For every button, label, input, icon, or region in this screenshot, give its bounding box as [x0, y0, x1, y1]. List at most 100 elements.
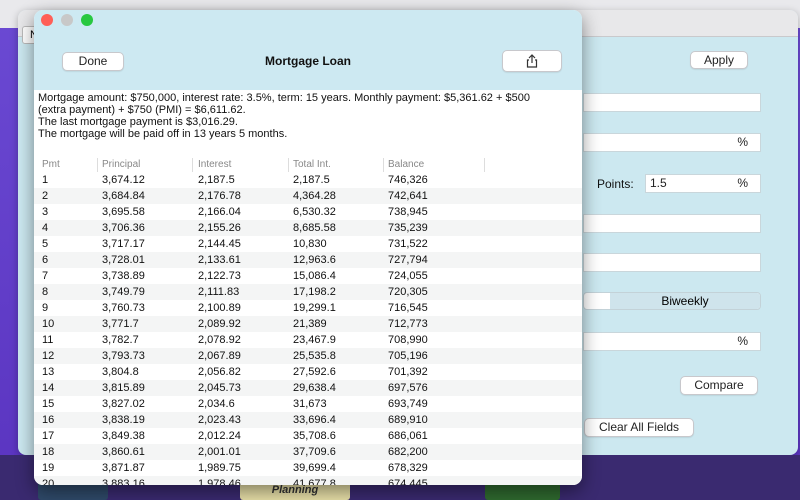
cell-balance: 708,990 [388, 334, 428, 346]
cell-pmt: 8 [42, 286, 49, 298]
close-button[interactable] [41, 14, 53, 26]
table-row[interactable]: 6 3,728.01 2,133.61 12,963.6 727,794 [34, 252, 582, 268]
minimize-button[interactable] [61, 14, 73, 26]
table-row[interactable]: 1 3,674.12 2,187.5 2,187.5 746,326 [34, 172, 582, 188]
cell-total-int: 39,699.4 [293, 462, 336, 474]
cell-principal: 3,849.38 [102, 430, 145, 442]
cell-pmt: 15 [42, 398, 55, 410]
column-divider[interactable] [288, 158, 289, 172]
segment-biweekly[interactable]: Biweekly [610, 293, 760, 309]
table-row[interactable]: 13 3,804.8 2,056.82 27,592.6 701,392 [34, 364, 582, 380]
table-row[interactable]: 9 3,760.73 2,100.89 19,299.1 716,545 [34, 300, 582, 316]
summary-line: The mortgage will be paid off in 13 year… [38, 128, 288, 140]
table-row[interactable]: 14 3,815.89 2,045.73 29,638.4 697,576 [34, 380, 582, 396]
cell-interest: 2,111.83 [198, 286, 240, 298]
cell-balance: 731,522 [388, 238, 428, 250]
col-header-principal[interactable]: Principal [102, 159, 140, 170]
cell-total-int: 12,963.6 [293, 254, 336, 266]
column-divider[interactable] [383, 158, 384, 172]
points-field[interactable]: 1.5 % [645, 174, 761, 193]
cell-pmt: 7 [42, 270, 49, 282]
cell-pmt: 4 [42, 222, 49, 234]
cell-principal: 3,749.79 [102, 286, 145, 298]
zoom-button[interactable] [81, 14, 93, 26]
cell-total-int: 37,709.6 [293, 446, 336, 458]
cell-pmt: 18 [42, 446, 55, 458]
cell-balance: 720,305 [388, 286, 428, 298]
table-row[interactable]: 20 3,883.16 1,978.46 41,677.8 674,445 [34, 476, 582, 485]
cell-principal: 3,674.12 [102, 174, 145, 186]
cell-principal: 3,706.36 [102, 222, 145, 234]
cell-pmt: 20 [42, 478, 55, 485]
window-toolbar [34, 10, 582, 90]
cell-balance: 716,545 [388, 302, 428, 314]
summary-line: (extra payment) + $750 (PMI) = $6,611.62… [38, 104, 246, 116]
cell-interest: 2,166.04 [198, 206, 241, 218]
clear-all-fields-button[interactable]: Clear All Fields [584, 418, 694, 437]
cell-interest: 1,989.75 [198, 462, 241, 474]
cell-balance: 727,794 [388, 254, 428, 266]
table-row[interactable]: 3 3,695.58 2,166.04 6,530.32 738,945 [34, 204, 582, 220]
share-icon [526, 54, 538, 68]
column-divider[interactable] [97, 158, 98, 172]
col-header-interest[interactable]: Interest [198, 159, 231, 170]
cell-balance: 701,392 [388, 366, 428, 378]
table-row[interactable]: 8 3,749.79 2,111.83 17,198.2 720,305 [34, 284, 582, 300]
input-field-4[interactable] [583, 253, 761, 272]
table-row[interactable]: 17 3,849.38 2,012.24 35,708.6 686,061 [34, 428, 582, 444]
table-row[interactable]: 12 3,793.73 2,067.89 25,535.8 705,196 [34, 348, 582, 364]
table-row[interactable]: 11 3,782.7 2,078.92 23,467.9 708,990 [34, 332, 582, 348]
cell-pmt: 19 [42, 462, 55, 474]
cell-interest: 2,133.61 [198, 254, 241, 266]
share-button[interactable] [502, 50, 562, 72]
col-header-balance[interactable]: Balance [388, 159, 424, 170]
cell-interest: 2,023.43 [198, 414, 241, 426]
table-row[interactable]: 5 3,717.17 2,144.45 10,830 731,522 [34, 236, 582, 252]
cell-interest: 2,100.89 [198, 302, 241, 314]
col-header-pmt[interactable]: Pmt [42, 159, 60, 170]
rate-field[interactable]: % [583, 133, 761, 152]
amortization-table[interactable]: 1 3,674.12 2,187.5 2,187.5 746,326 2 3,684.84 2… [34, 172, 582, 485]
column-divider[interactable] [484, 158, 485, 172]
extra-field[interactable]: % [583, 332, 761, 351]
table-row[interactable]: 2 3,684.84 2,176.78 4,364.28 742,641 [34, 188, 582, 204]
cell-balance: 735,239 [388, 222, 428, 234]
cell-principal: 3,717.17 [102, 238, 145, 250]
payment-frequency-segmented-control[interactable]: Biweekly [583, 292, 761, 310]
cell-interest: 2,089.92 [198, 318, 241, 330]
cell-balance: 724,055 [388, 270, 428, 282]
cell-interest: 2,187.5 [198, 174, 235, 186]
cell-balance: 742,641 [388, 190, 428, 202]
table-row[interactable]: 7 3,738.89 2,122.73 15,086.4 724,055 [34, 268, 582, 284]
cell-interest: 2,012.24 [198, 430, 241, 442]
table-row[interactable]: 15 3,827.02 2,034.6 31,673 693,749 [34, 396, 582, 412]
cell-balance: 674,445 [388, 478, 428, 485]
cell-interest: 2,144.45 [198, 238, 241, 250]
cell-principal: 3,695.58 [102, 206, 145, 218]
cell-pmt: 2 [42, 190, 49, 202]
apply-button[interactable]: Apply [690, 51, 748, 69]
cell-pmt: 14 [42, 382, 55, 394]
cell-total-int: 17,198.2 [293, 286, 336, 298]
window-title: Mortgage Loan [265, 54, 351, 68]
cell-balance: 738,945 [388, 206, 428, 218]
cell-total-int: 8,685.58 [293, 222, 336, 234]
input-field-1[interactable] [583, 93, 761, 112]
input-field-3[interactable] [583, 214, 761, 233]
cell-pmt: 6 [42, 254, 49, 266]
table-row[interactable]: 4 3,706.36 2,155.26 8,685.58 735,239 [34, 220, 582, 236]
column-divider[interactable] [192, 158, 193, 172]
cell-pmt: 10 [42, 318, 55, 330]
cell-balance: 686,061 [388, 430, 428, 442]
cell-interest: 2,056.82 [198, 366, 241, 378]
table-row[interactable]: 19 3,871.87 1,989.75 39,699.4 678,329 [34, 460, 582, 476]
loan-summary: Mortgage amount: $750,000, interest rate… [38, 92, 580, 140]
percent-suffix: % [737, 135, 748, 149]
table-row[interactable]: 10 3,771.7 2,089.92 21,389 712,773 [34, 316, 582, 332]
compare-button[interactable]: Compare [680, 376, 758, 395]
col-header-total-int[interactable]: Total Int. [293, 159, 331, 170]
cell-pmt: 13 [42, 366, 55, 378]
cell-interest: 2,122.73 [198, 270, 241, 282]
table-row[interactable]: 16 3,838.19 2,023.43 33,696.4 689,910 [34, 412, 582, 428]
table-row[interactable]: 18 3,860.61 2,001.01 37,709.6 682,200 [34, 444, 582, 460]
